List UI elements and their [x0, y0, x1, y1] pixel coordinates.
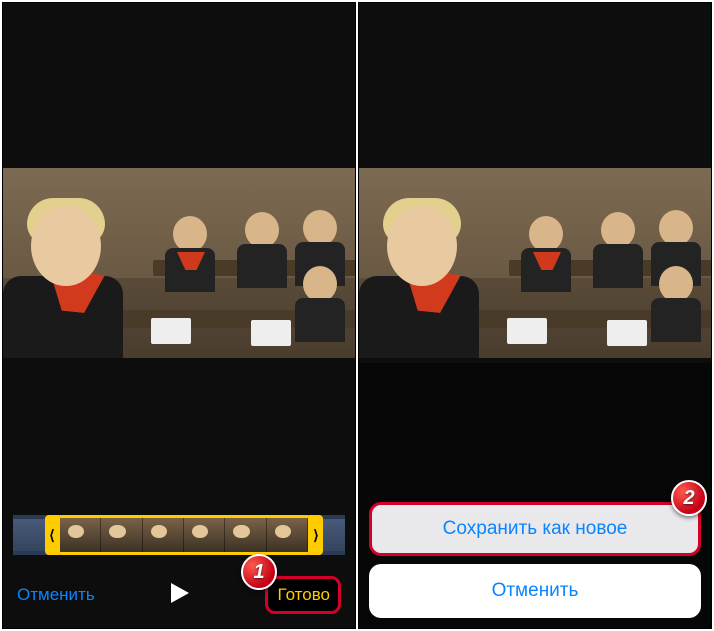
trim-selection[interactable] [57, 515, 311, 555]
trim-timeline[interactable]: ⟨ ⟩ [13, 513, 345, 557]
screen-save-sheet: Сохранить как новое Отменить 2 [358, 2, 712, 629]
editor-bottom-bar: Отменить Готово [3, 572, 355, 618]
screen-video-trim: ⟨ ⟩ Отменить Готово 1 [2, 2, 356, 629]
step-badge-2: 2 [671, 480, 707, 516]
video-preview [359, 168, 711, 358]
step-badge-1: 1 [241, 554, 277, 590]
done-button[interactable]: Готово [265, 576, 342, 614]
video-preview [3, 168, 355, 358]
play-icon[interactable] [171, 583, 189, 608]
action-sheet: Сохранить как новое Отменить [369, 494, 701, 618]
cancel-button[interactable]: Отменить [17, 585, 95, 605]
trim-handle-left[interactable]: ⟨ [45, 515, 59, 555]
trim-handle-right[interactable]: ⟩ [309, 515, 323, 555]
save-as-new-button[interactable]: Сохранить как новое [369, 502, 701, 556]
cancel-sheet-button[interactable]: Отменить [369, 564, 701, 618]
